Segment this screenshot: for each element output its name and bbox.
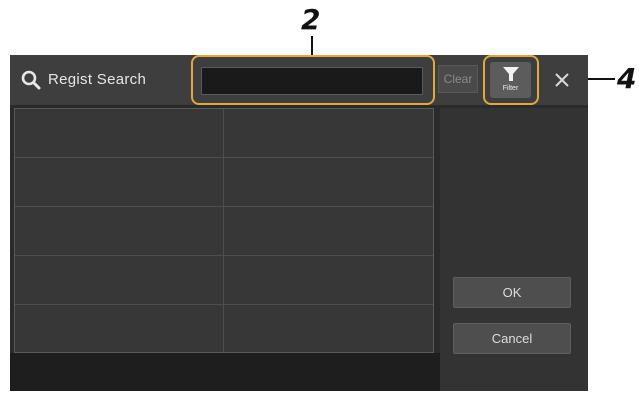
table-row[interactable] [15, 109, 433, 158]
cancel-button[interactable]: Cancel [453, 323, 571, 354]
callout-number-4: 4 [617, 62, 637, 95]
titlebar: Regist Search Clear Filter [10, 55, 588, 105]
action-panel: OK Cancel [440, 108, 588, 391]
filter-label: Filter [502, 85, 519, 92]
table-cell [224, 158, 433, 207]
table-cell [15, 256, 224, 305]
table-cell [15, 158, 224, 207]
table-cell [224, 109, 433, 158]
ok-button[interactable]: OK [453, 277, 571, 308]
callout-line-2 [311, 36, 313, 56]
callout-number-2: 2 [301, 3, 321, 36]
table-row[interactable] [15, 207, 433, 256]
window-title: Regist Search [48, 71, 147, 88]
table-cell [224, 207, 433, 256]
search-icon [21, 70, 41, 90]
table-cell [15, 207, 224, 256]
table-row[interactable] [15, 256, 433, 305]
table-row[interactable] [15, 158, 433, 207]
search-input[interactable] [201, 67, 423, 95]
filter-button-highlight: Filter [483, 55, 539, 105]
bottom-bar [10, 353, 440, 391]
clear-button[interactable]: Clear [438, 65, 478, 93]
regist-search-window: Regist Search Clear Filter OK Cancel [10, 55, 588, 391]
results-list [14, 108, 434, 354]
close-icon[interactable] [553, 71, 571, 89]
table-cell [224, 305, 433, 354]
filter-button[interactable]: Filter [490, 62, 531, 98]
search-field-highlight [191, 55, 435, 105]
table-cell [224, 256, 433, 305]
table-row[interactable] [15, 305, 433, 354]
filter-icon [503, 67, 519, 81]
table-cell [15, 305, 224, 354]
table-cell [15, 109, 224, 158]
